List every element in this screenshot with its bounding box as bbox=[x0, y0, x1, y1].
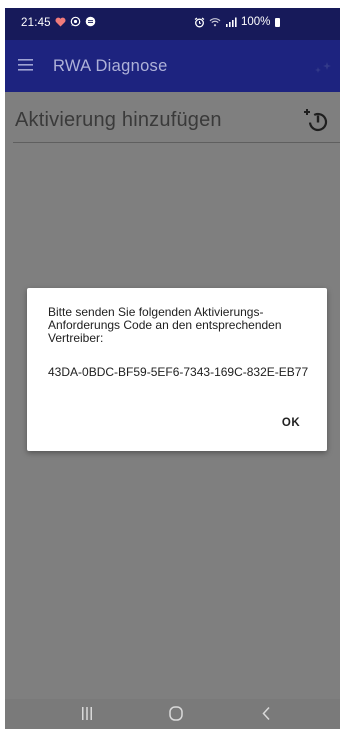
section-title: Aktivierung hinzufügen bbox=[15, 109, 222, 131]
ok-button[interactable]: OK bbox=[271, 410, 311, 436]
activation-code-dialog: Bitte senden Sie folgenden Aktivierungs-… bbox=[27, 288, 327, 451]
dialog-message: Bitte senden Sie folgenden Aktivierungs-… bbox=[48, 305, 282, 345]
phone-screen: 21:45 100% RWA Diagnose Aktivierung hinz… bbox=[5, 8, 340, 729]
sparkle-icon[interactable] bbox=[310, 59, 334, 77]
status-time: 21:45 bbox=[21, 17, 51, 29]
hamburger-menu-icon[interactable] bbox=[18, 59, 33, 71]
whatsapp-icon bbox=[70, 16, 81, 27]
signal-icon bbox=[226, 17, 237, 27]
battery-icon bbox=[275, 17, 281, 27]
status-bar: 21:45 100% bbox=[5, 8, 340, 40]
alarm-icon bbox=[194, 17, 205, 27]
recent-apps-icon[interactable] bbox=[80, 707, 94, 720]
notification-icons bbox=[55, 16, 96, 27]
app-title: RWA Diagnose bbox=[53, 57, 168, 75]
heart-icon bbox=[55, 17, 66, 26]
section-divider bbox=[13, 142, 340, 143]
back-icon[interactable] bbox=[261, 706, 271, 721]
home-icon[interactable] bbox=[169, 706, 183, 721]
app-bar: RWA Diagnose bbox=[5, 40, 340, 92]
add-activation-icon[interactable] bbox=[301, 106, 331, 134]
activation-request-code: 43DA-0BDC-BF59-5EF6-7343-169C-832E-EB77 bbox=[48, 365, 309, 379]
navigation-bar bbox=[5, 699, 340, 729]
system-status-icons: 100% bbox=[194, 16, 281, 28]
wifi-icon bbox=[209, 18, 221, 27]
message-icon bbox=[85, 16, 96, 27]
battery-percentage: 100% bbox=[241, 16, 271, 28]
